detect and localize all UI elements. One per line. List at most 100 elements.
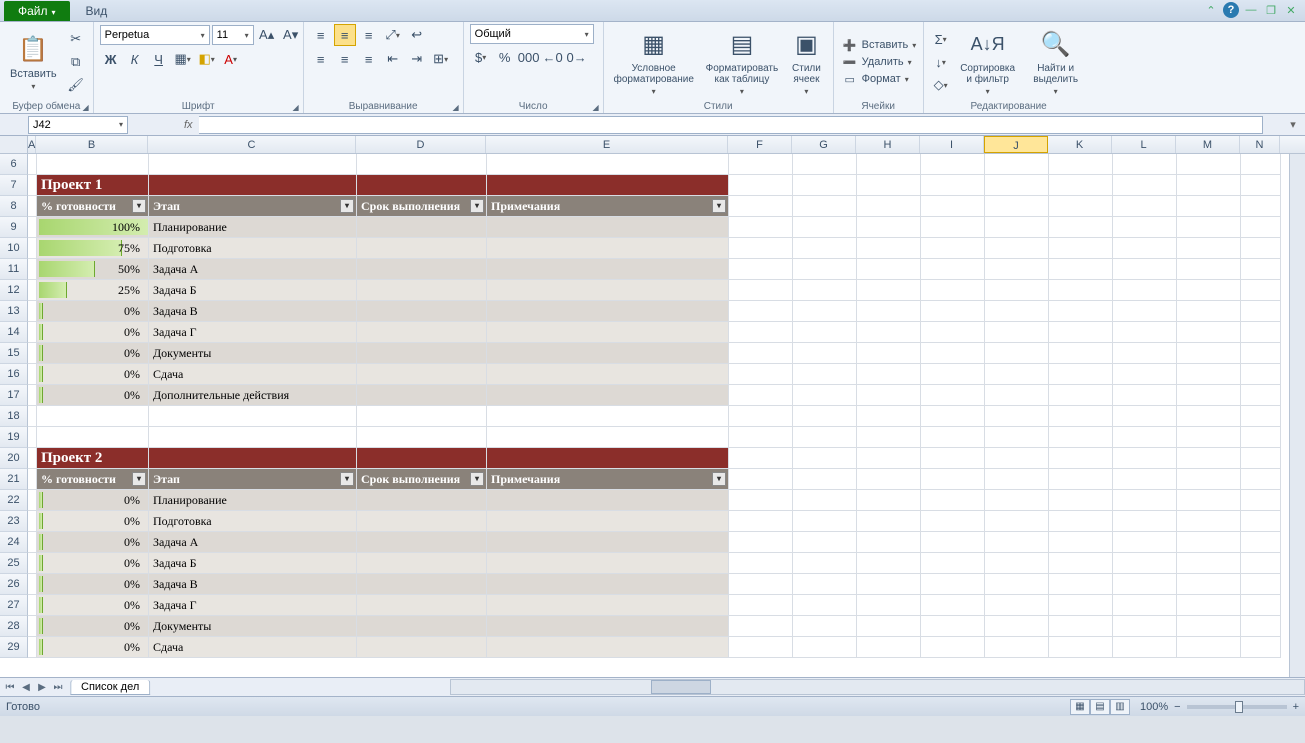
cell[interactable]	[1049, 217, 1113, 238]
cell[interactable]	[1113, 301, 1177, 322]
cell[interactable]	[487, 364, 729, 385]
cell[interactable]	[793, 616, 857, 637]
cell[interactable]: Задача Г	[149, 595, 357, 616]
cell[interactable]	[1049, 637, 1113, 658]
grow-font-button[interactable]: A▴	[256, 24, 278, 46]
cell[interactable]	[857, 595, 921, 616]
cell[interactable]	[357, 175, 487, 196]
cell[interactable]	[28, 217, 37, 238]
cell[interactable]	[729, 511, 793, 532]
cell[interactable]	[28, 448, 37, 469]
col-header-C[interactable]: C	[148, 136, 356, 153]
cell[interactable]	[921, 280, 985, 301]
filter-dropdown[interactable]: ▾	[340, 472, 354, 486]
cell[interactable]	[487, 616, 729, 637]
cell[interactable]	[1113, 343, 1177, 364]
cell[interactable]	[1241, 175, 1281, 196]
cell[interactable]	[857, 322, 921, 343]
cell[interactable]: 0%	[37, 364, 149, 385]
cell[interactable]	[1177, 259, 1241, 280]
row-header[interactable]: 14	[0, 322, 28, 343]
cell[interactable]	[357, 259, 487, 280]
indent-dec-button[interactable]: ⇤	[382, 48, 404, 70]
cell[interactable]	[921, 154, 985, 175]
cell[interactable]	[857, 217, 921, 238]
row-header[interactable]: 16	[0, 364, 28, 385]
alignment-launcher[interactable]: ◢	[452, 103, 458, 112]
cell[interactable]	[28, 385, 37, 406]
cell[interactable]	[985, 490, 1049, 511]
cell[interactable]	[857, 259, 921, 280]
cell[interactable]	[857, 280, 921, 301]
cell[interactable]	[793, 511, 857, 532]
cell[interactable]	[37, 406, 149, 427]
zoom-slider[interactable]	[1187, 705, 1287, 709]
shrink-font-button[interactable]: A▾	[280, 24, 302, 46]
cell[interactable]	[729, 259, 793, 280]
cell[interactable]: 0%	[37, 574, 149, 595]
cell[interactable]	[985, 301, 1049, 322]
close-icon[interactable]: ✕	[1283, 2, 1299, 18]
cell[interactable]: Сдача	[149, 364, 357, 385]
cell[interactable]: Задача А	[149, 532, 357, 553]
row-header[interactable]: 19	[0, 427, 28, 448]
cell[interactable]: Примечания▾	[487, 196, 729, 217]
cell[interactable]: Дополнительные действия	[149, 385, 357, 406]
cell[interactable]	[857, 406, 921, 427]
font-size-select[interactable]: 11▾	[212, 25, 254, 45]
cell[interactable]	[487, 511, 729, 532]
cell[interactable]	[357, 280, 487, 301]
cell[interactable]	[1177, 196, 1241, 217]
cell[interactable]	[357, 511, 487, 532]
insert-cells-button[interactable]: ➕Вставить ▾	[840, 38, 919, 53]
row-header[interactable]: 29	[0, 637, 28, 658]
cell[interactable]	[487, 532, 729, 553]
cell[interactable]	[1113, 154, 1177, 175]
cell[interactable]	[921, 427, 985, 448]
cell[interactable]	[857, 553, 921, 574]
cell[interactable]	[487, 301, 729, 322]
cell[interactable]	[985, 154, 1049, 175]
cell[interactable]	[1049, 259, 1113, 280]
col-header-M[interactable]: M	[1176, 136, 1240, 153]
cell[interactable]	[487, 490, 729, 511]
cell[interactable]	[729, 175, 793, 196]
cell[interactable]	[729, 280, 793, 301]
cell[interactable]	[729, 385, 793, 406]
indent-inc-button[interactable]: ⇥	[406, 48, 428, 70]
cell[interactable]	[1177, 532, 1241, 553]
cell[interactable]	[1241, 595, 1281, 616]
cell[interactable]	[357, 553, 487, 574]
cell[interactable]	[1177, 574, 1241, 595]
cell[interactable]	[357, 595, 487, 616]
align-right-button[interactable]: ≡	[358, 48, 380, 70]
formula-expand-icon[interactable]: ▾	[1285, 118, 1301, 131]
cell[interactable]: Документы	[149, 343, 357, 364]
inc-decimal-button[interactable]: ←0	[542, 46, 564, 68]
conditional-format-button[interactable]: ▦Условное форматирование▾	[610, 27, 698, 98]
col-header-H[interactable]: H	[856, 136, 920, 153]
cell[interactable]	[793, 322, 857, 343]
cell[interactable]	[985, 595, 1049, 616]
col-header-J[interactable]: J	[984, 136, 1048, 153]
cell[interactable]: 0%	[37, 637, 149, 658]
cell[interactable]	[28, 553, 37, 574]
cell[interactable]	[1241, 616, 1281, 637]
formula-input[interactable]	[199, 116, 1263, 134]
cell[interactable]	[921, 385, 985, 406]
cell[interactable]	[1049, 154, 1113, 175]
cell[interactable]	[985, 343, 1049, 364]
cell[interactable]	[1241, 217, 1281, 238]
cell[interactable]	[857, 385, 921, 406]
cell[interactable]	[793, 343, 857, 364]
cell[interactable]	[149, 448, 357, 469]
number-launcher[interactable]: ◢	[592, 103, 598, 112]
align-top-button[interactable]: ≡	[310, 24, 332, 46]
col-header-B[interactable]: B	[36, 136, 148, 153]
cell[interactable]	[357, 532, 487, 553]
cell[interactable]	[1241, 427, 1281, 448]
cell[interactable]	[729, 238, 793, 259]
cell[interactable]	[1241, 322, 1281, 343]
row-header[interactable]: 9	[0, 217, 28, 238]
cell[interactable]	[1049, 553, 1113, 574]
